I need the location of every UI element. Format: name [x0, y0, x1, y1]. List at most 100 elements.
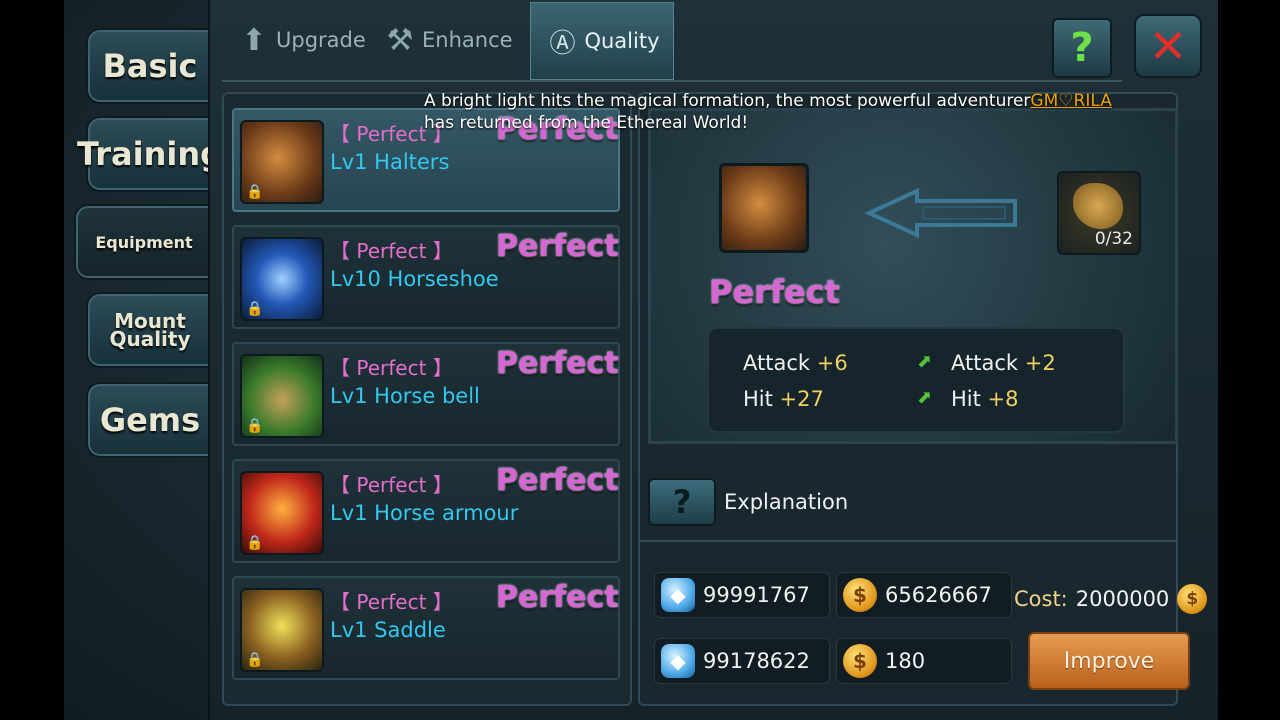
lock-icon: 🔒 [246, 418, 264, 434]
announcement-text-end: has returned from the Ethereal World! [424, 113, 749, 133]
diamond-value: 99991767 [703, 583, 810, 607]
transfer-arrow-icon [865, 187, 1017, 239]
halters-icon: 🔒 [240, 120, 324, 204]
main-panel: ⬆ Upgrade ⚒ Enhance Ⓐ Quality ? ✕ A brig… [208, 0, 1218, 720]
top-tab-bar: ⬆ Upgrade ⚒ Enhance Ⓐ Quality [222, 2, 1122, 82]
tab-label: Quality [584, 29, 660, 53]
increase-arrow-icon: ⬈ [917, 351, 933, 372]
selected-item-icon [719, 163, 809, 253]
stat-label: Attack [743, 351, 811, 375]
stat-value: +27 [779, 387, 824, 411]
side-tab-label: Basic [102, 47, 198, 85]
game-window: Basic Training Equipment Mount Quality G… [64, 0, 1218, 720]
improve-label: Improve [1063, 648, 1155, 674]
tab-label: Upgrade [276, 28, 366, 52]
side-tab-basic[interactable]: Basic [86, 28, 214, 104]
system-announcement: A bright light hits the magical formatio… [424, 90, 1124, 134]
close-button[interactable]: ✕ [1134, 14, 1202, 78]
bound-diamond-balance: ◆ 99178622 [654, 638, 830, 684]
explanation-button[interactable]: ? [648, 478, 716, 526]
stat-label: Hit [743, 387, 773, 411]
bound-gold-value: 180 [885, 649, 926, 673]
question-mark-icon: ? [672, 483, 692, 521]
stats-box: Attack +6 Hit +27 ⬈ ⬈ Attack +2 Hit +8 [707, 327, 1125, 433]
upgrade-cost: Cost: 2000000 $ [1014, 584, 1208, 614]
item-name: Lv1 Horse bell [330, 384, 480, 408]
close-icon: ✕ [1148, 19, 1188, 73]
lock-icon: 🔒 [246, 301, 264, 317]
equipment-list[interactable]: 🔒 【 Perfect 】 Perfect Lv1 Halters 🔒 【 Pe… [222, 92, 632, 706]
lock-icon: 🔒 [246, 535, 264, 551]
item-name: Lv1 Saddle [330, 618, 446, 642]
stat-bonus-attack: Attack +2 [951, 351, 1056, 375]
tab-quality[interactable]: Ⓐ Quality [530, 2, 674, 80]
quality-tag: 【 Perfect 】 [330, 473, 453, 497]
list-item-saddle[interactable]: 🔒 【 Perfect 】 Perfect Lv1 Saddle [232, 576, 620, 680]
stat-current-attack: Attack +6 [743, 351, 848, 375]
material-count: 0/32 [1094, 229, 1133, 249]
stat-value: +2 [1024, 351, 1056, 375]
quality-grade: Perfect [496, 463, 619, 498]
announcement-player-link[interactable]: GM♡RILA [1030, 91, 1111, 111]
quality-grade: Perfect [496, 580, 619, 615]
question-mark-icon: ? [1070, 25, 1094, 71]
explanation-label: Explanation [724, 490, 849, 514]
quality-emblem-icon: Ⓐ [549, 28, 576, 59]
bound-diamond-value: 99178622 [703, 649, 810, 673]
gold-coin-icon: $ [1177, 584, 1208, 614]
side-tab-label: Gems [99, 401, 201, 439]
list-item-horse-armour[interactable]: 🔒 【 Perfect 】 Perfect Lv1 Horse armour [232, 459, 620, 563]
lock-icon: 🔒 [246, 652, 264, 668]
gold-coin-icon: $ [843, 578, 877, 612]
gold-value: 65626667 [885, 583, 992, 607]
side-tab-label: Equipment [95, 232, 193, 252]
material-slot[interactable]: 0/32 [1057, 171, 1141, 255]
diamond-icon: ◆ [661, 578, 695, 612]
stat-value: +8 [987, 387, 1019, 411]
saddle-icon: 🔒 [240, 588, 324, 672]
item-showcase: 0/32 Perfect Attack +6 Hit +27 ⬈ ⬈ Attac… [648, 108, 1178, 444]
side-tab-label: Training [76, 135, 224, 173]
bound-diamond-icon: ◆ [661, 644, 695, 678]
stat-label: Hit [951, 387, 981, 411]
current-grade: Perfect [709, 273, 840, 311]
bound-gold-coin-icon: $ [843, 644, 877, 678]
side-tab-training[interactable]: Training [77, 116, 223, 192]
quality-tag: 【 Perfect 】 [330, 590, 453, 614]
item-name: Lv1 Horse armour [330, 501, 519, 525]
material-blob-icon [1073, 183, 1123, 229]
help-button[interactable]: ? [1052, 18, 1112, 78]
quality-detail-panel: 0/32 Perfect Attack +6 Hit +27 ⬈ ⬈ Attac… [638, 92, 1208, 706]
tab-upgrade[interactable]: ⬆ Upgrade [236, 2, 376, 78]
armour-icon: 🔒 [240, 471, 324, 555]
gold-balance: $ 65626667 [836, 572, 1012, 618]
announcement-text: A bright light hits the magical formatio… [424, 91, 1031, 111]
list-item-horseshoe[interactable]: 🔒 【 Perfect 】 Perfect Lv10 Horseshoe [232, 225, 620, 329]
side-tab-label: Mount Quality [109, 309, 191, 351]
bell-icon: 🔒 [240, 354, 324, 438]
divider [640, 540, 1176, 542]
improve-button[interactable]: Improve [1028, 632, 1190, 690]
quality-tag: 【 Perfect 】 [330, 239, 453, 263]
stat-label: Attack [951, 351, 1019, 375]
side-tab-gems[interactable]: Gems [86, 382, 214, 458]
tab-enhance[interactable]: ⚒ Enhance [382, 2, 522, 78]
cost-label: Cost: [1014, 587, 1068, 611]
horseshoe-icon: 🔒 [240, 237, 324, 321]
lock-icon: 🔒 [246, 184, 264, 200]
increase-arrow-icon: ⬈ [917, 387, 933, 408]
side-tab-equipment[interactable]: Equipment [74, 204, 214, 280]
item-name: Lv10 Horseshoe [330, 267, 499, 291]
upgrade-arrow-icon: ⬆ [241, 22, 267, 58]
list-item-horse-bell[interactable]: 🔒 【 Perfect 】 Perfect Lv1 Horse bell [232, 342, 620, 446]
cost-value: 2000000 [1075, 587, 1170, 611]
quality-grade: Perfect [496, 346, 619, 381]
diamond-balance: ◆ 99991767 [654, 572, 830, 618]
stat-value: +6 [816, 351, 848, 375]
stat-current-hit: Hit +27 [743, 387, 824, 411]
side-tab-mount-quality[interactable]: Mount Quality [86, 292, 214, 368]
tab-label: Enhance [422, 28, 513, 52]
quality-tag: 【 Perfect 】 [330, 356, 453, 380]
bound-gold-balance: $ 180 [836, 638, 1012, 684]
item-name: Lv1 Halters [330, 150, 450, 174]
